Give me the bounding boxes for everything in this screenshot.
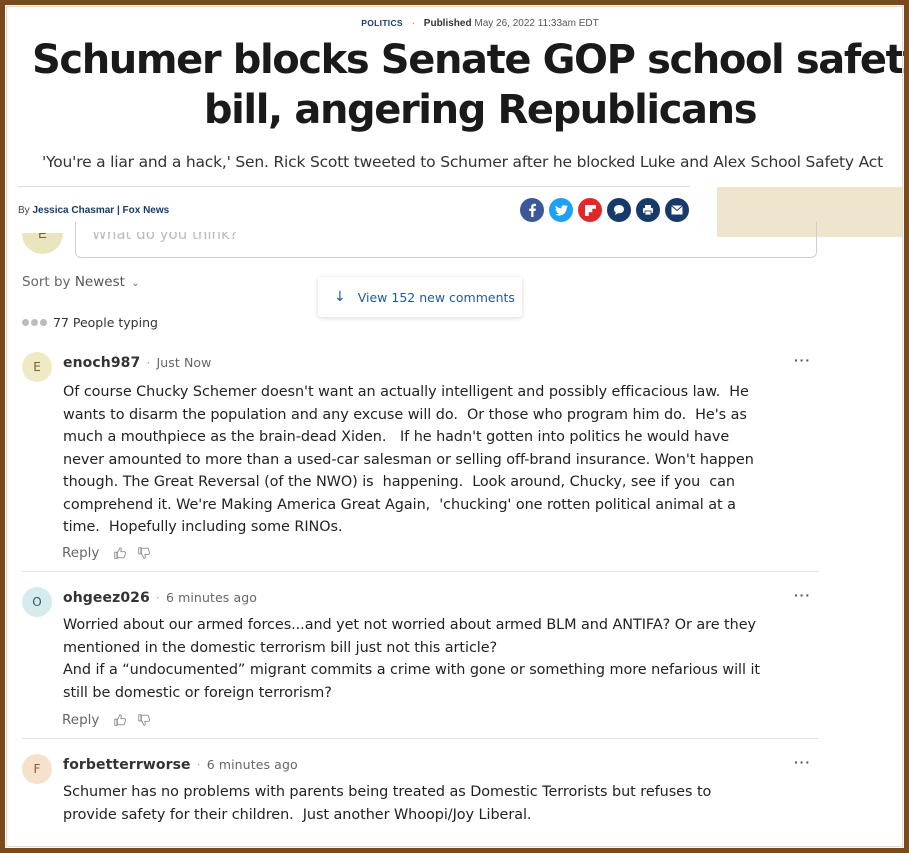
comment-author: enoch987 Just Now bbox=[63, 355, 211, 371]
comment-divider bbox=[22, 738, 819, 739]
author-link[interactable]: Jessica Chasmar | Fox News bbox=[32, 205, 169, 216]
comment-item: F forbetterrworse 6 minutes ago ··· Schum… bbox=[22, 754, 819, 834]
comment-body: Worried about our armed forces...and yet… bbox=[63, 617, 760, 701]
thumbs-up-icon[interactable] bbox=[113, 713, 127, 727]
comment-body: Of course Chucky Schemer doesn't want an… bbox=[63, 384, 759, 535]
thumbs-down-icon[interactable] bbox=[137, 546, 151, 560]
category-link[interactable]: POLITICS bbox=[361, 18, 403, 28]
comment-username[interactable]: forbetterrworse bbox=[63, 757, 191, 773]
chevron-down-icon: ⌄ bbox=[131, 278, 140, 289]
more-options-icon[interactable]: ··· bbox=[794, 587, 811, 603]
comment-author: ohgeez026 6 minutes ago bbox=[63, 590, 257, 606]
typing-dots-icon bbox=[22, 319, 47, 326]
avatar[interactable]: E bbox=[22, 352, 52, 382]
more-options-icon[interactable]: ··· bbox=[794, 754, 811, 770]
twitter-icon[interactable] bbox=[549, 198, 573, 222]
comment-author: forbetterrworse 6 minutes ago bbox=[63, 757, 298, 773]
typing-label: 77 People typing bbox=[53, 315, 158, 330]
typing-indicator: 77 People typing bbox=[22, 315, 158, 330]
facebook-icon[interactable] bbox=[520, 198, 544, 222]
header-divider bbox=[18, 186, 690, 187]
article-headline: Schumer blocks Senate GOP school safety … bbox=[0, 35, 909, 135]
flipboard-icon[interactable] bbox=[578, 198, 602, 222]
comment-body: Schumer has no problems with parents bei… bbox=[63, 784, 716, 823]
arrow-down-icon: ↓ bbox=[334, 289, 346, 305]
article-subhead: 'You're a liar and a hack,' Sen. Rick Sc… bbox=[42, 153, 883, 171]
thumbs-down-icon[interactable] bbox=[137, 713, 151, 727]
avatar[interactable]: O bbox=[22, 587, 52, 617]
comment-username[interactable]: enoch987 bbox=[63, 355, 140, 371]
share-bar bbox=[520, 198, 689, 222]
headline-text: Schumer blocks Senate GOP school safety … bbox=[32, 37, 909, 133]
comment-timestamp: 6 minutes ago bbox=[197, 757, 298, 772]
published-date: May 26, 2022 11:33am EDT bbox=[474, 18, 599, 29]
comments-icon[interactable] bbox=[607, 198, 631, 222]
sort-prefix: Sort by bbox=[22, 274, 71, 290]
view-new-comments-label: View 152 new comments bbox=[357, 289, 515, 305]
comment-input-placeholder: What do you think? bbox=[92, 225, 238, 243]
email-icon[interactable] bbox=[665, 198, 689, 222]
thumbs-up-icon[interactable] bbox=[113, 546, 127, 560]
byline-prefix: By bbox=[18, 205, 30, 216]
byline: By Jessica Chasmar | Fox News bbox=[18, 205, 169, 216]
view-new-comments-button[interactable]: ↓ View 152 new comments bbox=[318, 277, 522, 317]
comment-item: E enoch987 Just Now ··· Of course Chucky … bbox=[22, 352, 819, 562]
separator-dot: · bbox=[411, 18, 416, 29]
comment-actions: Reply bbox=[62, 712, 161, 728]
comment-actions: Reply bbox=[62, 545, 161, 561]
published-label: Published bbox=[423, 18, 472, 29]
comment-input[interactable]: What do you think? bbox=[75, 222, 817, 258]
comment-divider bbox=[22, 571, 819, 572]
comment-item: O ohgeez026 6 minutes ago ··· Worried abo… bbox=[22, 587, 819, 728]
comment-username[interactable]: ohgeez026 bbox=[63, 590, 150, 606]
reply-button[interactable]: Reply bbox=[62, 712, 99, 728]
comment-timestamp: 6 minutes ago bbox=[156, 590, 257, 605]
my-avatar: E bbox=[22, 233, 63, 254]
sort-value: Newest bbox=[74, 274, 125, 290]
reply-button[interactable]: Reply bbox=[62, 545, 99, 561]
sort-dropdown[interactable]: Sort by Newest ⌄ bbox=[22, 274, 140, 290]
more-options-icon[interactable]: ··· bbox=[794, 352, 811, 368]
print-icon[interactable] bbox=[636, 198, 660, 222]
avatar[interactable]: F bbox=[22, 754, 52, 784]
article-meta: POLITICS · Published May 26, 2022 11:33a… bbox=[0, 18, 909, 29]
comment-timestamp: Just Now bbox=[146, 355, 211, 370]
